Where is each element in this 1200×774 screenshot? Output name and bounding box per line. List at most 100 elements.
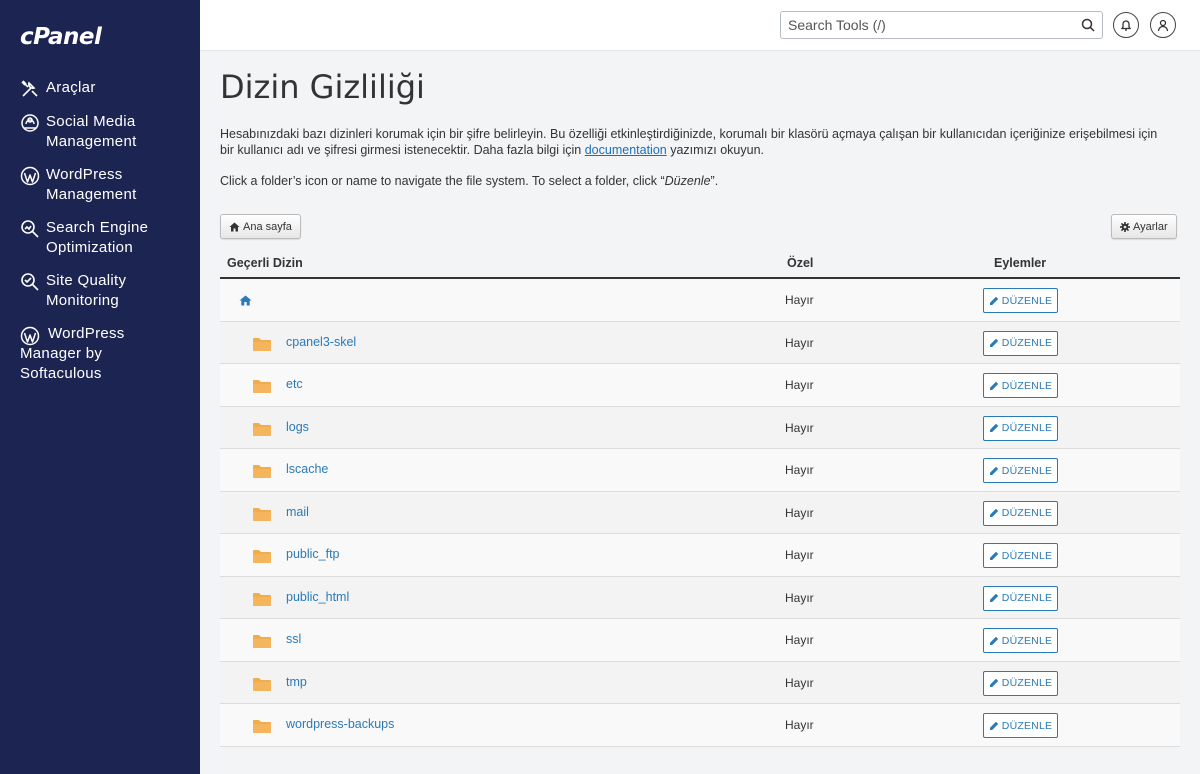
notifications-button[interactable] [1113, 12, 1139, 38]
seo-icon [21, 220, 39, 238]
wordpress-icon [20, 326, 40, 346]
folder-name-link[interactable]: etc [286, 377, 303, 391]
edit-button-label: DÜZENLE [1001, 464, 1053, 477]
private-status: Hayır [785, 420, 814, 435]
folder-icon[interactable] [253, 422, 271, 436]
table-header: Geçerli Dizin Özel Eylemler [220, 249, 1180, 279]
table-row: cpanel3-skel Hayır DÜZENLE [220, 321, 1180, 364]
settings-button-label: Ayarlar [1133, 220, 1168, 233]
folder-name-link[interactable]: lscache [286, 462, 328, 476]
hint-emphasis: Düzenle [664, 174, 711, 188]
folder-icon[interactable] [253, 677, 271, 691]
private-status: Hayır [785, 505, 814, 520]
sidebar-nav: Araçlar Social Media Management WordPres… [0, 78, 200, 397]
search-box [780, 11, 1103, 39]
column-header-directory: Geçerli Dizin [227, 256, 303, 270]
table-row: Hayır DÜZENLE [220, 279, 1180, 322]
edit-button[interactable]: DÜZENLE [983, 543, 1058, 568]
edit-button-label: DÜZENLE [1001, 677, 1053, 689]
sidebar-item-label: WordPress Management [46, 166, 137, 203]
edit-button[interactable]: DÜZENLE [983, 415, 1058, 441]
home-button-label: Ana sayfa [243, 220, 292, 233]
private-status: Hayır [785, 633, 814, 647]
edit-button[interactable]: DÜZENLE [983, 458, 1058, 483]
private-status: Hayır [785, 335, 814, 350]
edit-button[interactable]: DÜZENLE [983, 288, 1058, 313]
sidebar-item-label: Social Media Management [46, 113, 137, 150]
gear-icon [1120, 221, 1130, 232]
folder-name-link[interactable]: mail [286, 505, 309, 519]
sidebar-item-wordpress-management[interactable]: WordPress Management [0, 165, 200, 205]
sidebar-item-label: Site Quality Monitoring [46, 272, 127, 309]
private-status: Hayır [785, 378, 814, 392]
private-status: Hayır [785, 293, 814, 307]
wordpress-icon [20, 166, 40, 186]
edit-button[interactable]: DÜZENLE [983, 713, 1058, 738]
sidebar-item-label: Search Engine Optimization [46, 219, 149, 256]
search-input[interactable] [781, 12, 1071, 38]
bell-icon [1120, 19, 1132, 31]
table-row: etc Hayır DÜZENLE [220, 364, 1180, 407]
edit-button[interactable]: DÜZENLE [983, 628, 1058, 653]
folder-icon[interactable] [253, 464, 271, 478]
sidebar-item-social-media[interactable]: Social Media Management [0, 112, 200, 152]
folder-name-link[interactable]: logs [286, 420, 309, 434]
pencil-icon [989, 551, 1002, 561]
pencil-icon [989, 721, 1002, 731]
pencil-icon [989, 678, 1002, 688]
folder-name-link[interactable]: public_ftp [286, 547, 340, 561]
edit-button-label: DÜZENLE [1001, 719, 1053, 732]
edit-button[interactable]: DÜZENLE [983, 330, 1058, 356]
edit-button-label: DÜZENLE [1001, 422, 1053, 434]
edit-button-label: DÜZENLE [1001, 634, 1053, 647]
user-icon [1157, 19, 1169, 31]
home-icon [229, 222, 240, 231]
pencil-icon [989, 508, 1002, 518]
social-media-icon [21, 114, 39, 132]
sidebar-item-tools[interactable]: Araçlar [0, 78, 200, 99]
folder-name-link[interactable]: ssl [286, 632, 301, 646]
main-content: Dizin Gizliliği Hesabınızdaki bazı dizin… [200, 52, 1200, 774]
documentation-link[interactable]: documentation [585, 143, 667, 157]
home-button[interactable]: Ana sayfa [220, 214, 301, 239]
user-menu-button[interactable] [1150, 12, 1176, 38]
folder-name-link[interactable]: tmp [286, 675, 307, 689]
cpanel-logo[interactable]: cPanel [20, 24, 102, 50]
folder-name-link[interactable]: cpanel3-skel [286, 335, 356, 349]
folder-name-link[interactable]: public_html [286, 590, 349, 604]
private-status: Hayır [785, 675, 814, 690]
folder-icon[interactable] [253, 634, 271, 648]
edit-button[interactable]: DÜZENLE [983, 373, 1058, 398]
folder-icon[interactable] [253, 337, 271, 351]
pencil-icon [989, 593, 1002, 603]
table-row: logs Hayır DÜZENLE [220, 406, 1180, 449]
pencil-icon [989, 381, 1002, 391]
folder-icon[interactable] [253, 719, 271, 733]
sidebar-item-seo[interactable]: Search Engine Optimization [0, 218, 200, 258]
folder-name-link[interactable]: wordpress-backups [286, 717, 394, 731]
edit-button-label: DÜZENLE [1001, 592, 1053, 604]
edit-button-label: DÜZENLE [1001, 507, 1053, 519]
folder-icon[interactable] [253, 379, 271, 393]
tools-icon [21, 80, 38, 97]
table-row: lscache Hayır DÜZENLE [220, 449, 1180, 492]
site-quality-icon [21, 273, 39, 291]
edit-button[interactable]: DÜZENLE [983, 500, 1058, 526]
folder-icon[interactable] [253, 592, 271, 606]
search-icon[interactable] [1081, 18, 1095, 32]
table-row: mail Hayır DÜZENLE [220, 491, 1180, 534]
navigation-hint: Click a folder’s icon or name to navigat… [220, 174, 718, 188]
edit-button-label: DÜZENLE [1001, 337, 1053, 349]
sidebar-item-wordpress-manager-softaculous[interactable]: WordPress Manager by Softaculous [0, 324, 200, 384]
edit-button[interactable]: DÜZENLE [983, 670, 1058, 696]
private-status: Hayır [785, 590, 814, 605]
table-row: public_html Hayır DÜZENLE [220, 576, 1180, 619]
folder-icon[interactable] [253, 549, 271, 563]
folder-icon[interactable] [253, 507, 271, 521]
settings-button[interactable]: Ayarlar [1111, 214, 1177, 239]
edit-button-label: DÜZENLE [1001, 379, 1053, 392]
home-icon[interactable] [239, 295, 252, 306]
pencil-icon [989, 296, 1002, 306]
edit-button[interactable]: DÜZENLE [983, 585, 1058, 611]
sidebar-item-site-quality[interactable]: Site Quality Monitoring [0, 271, 200, 311]
